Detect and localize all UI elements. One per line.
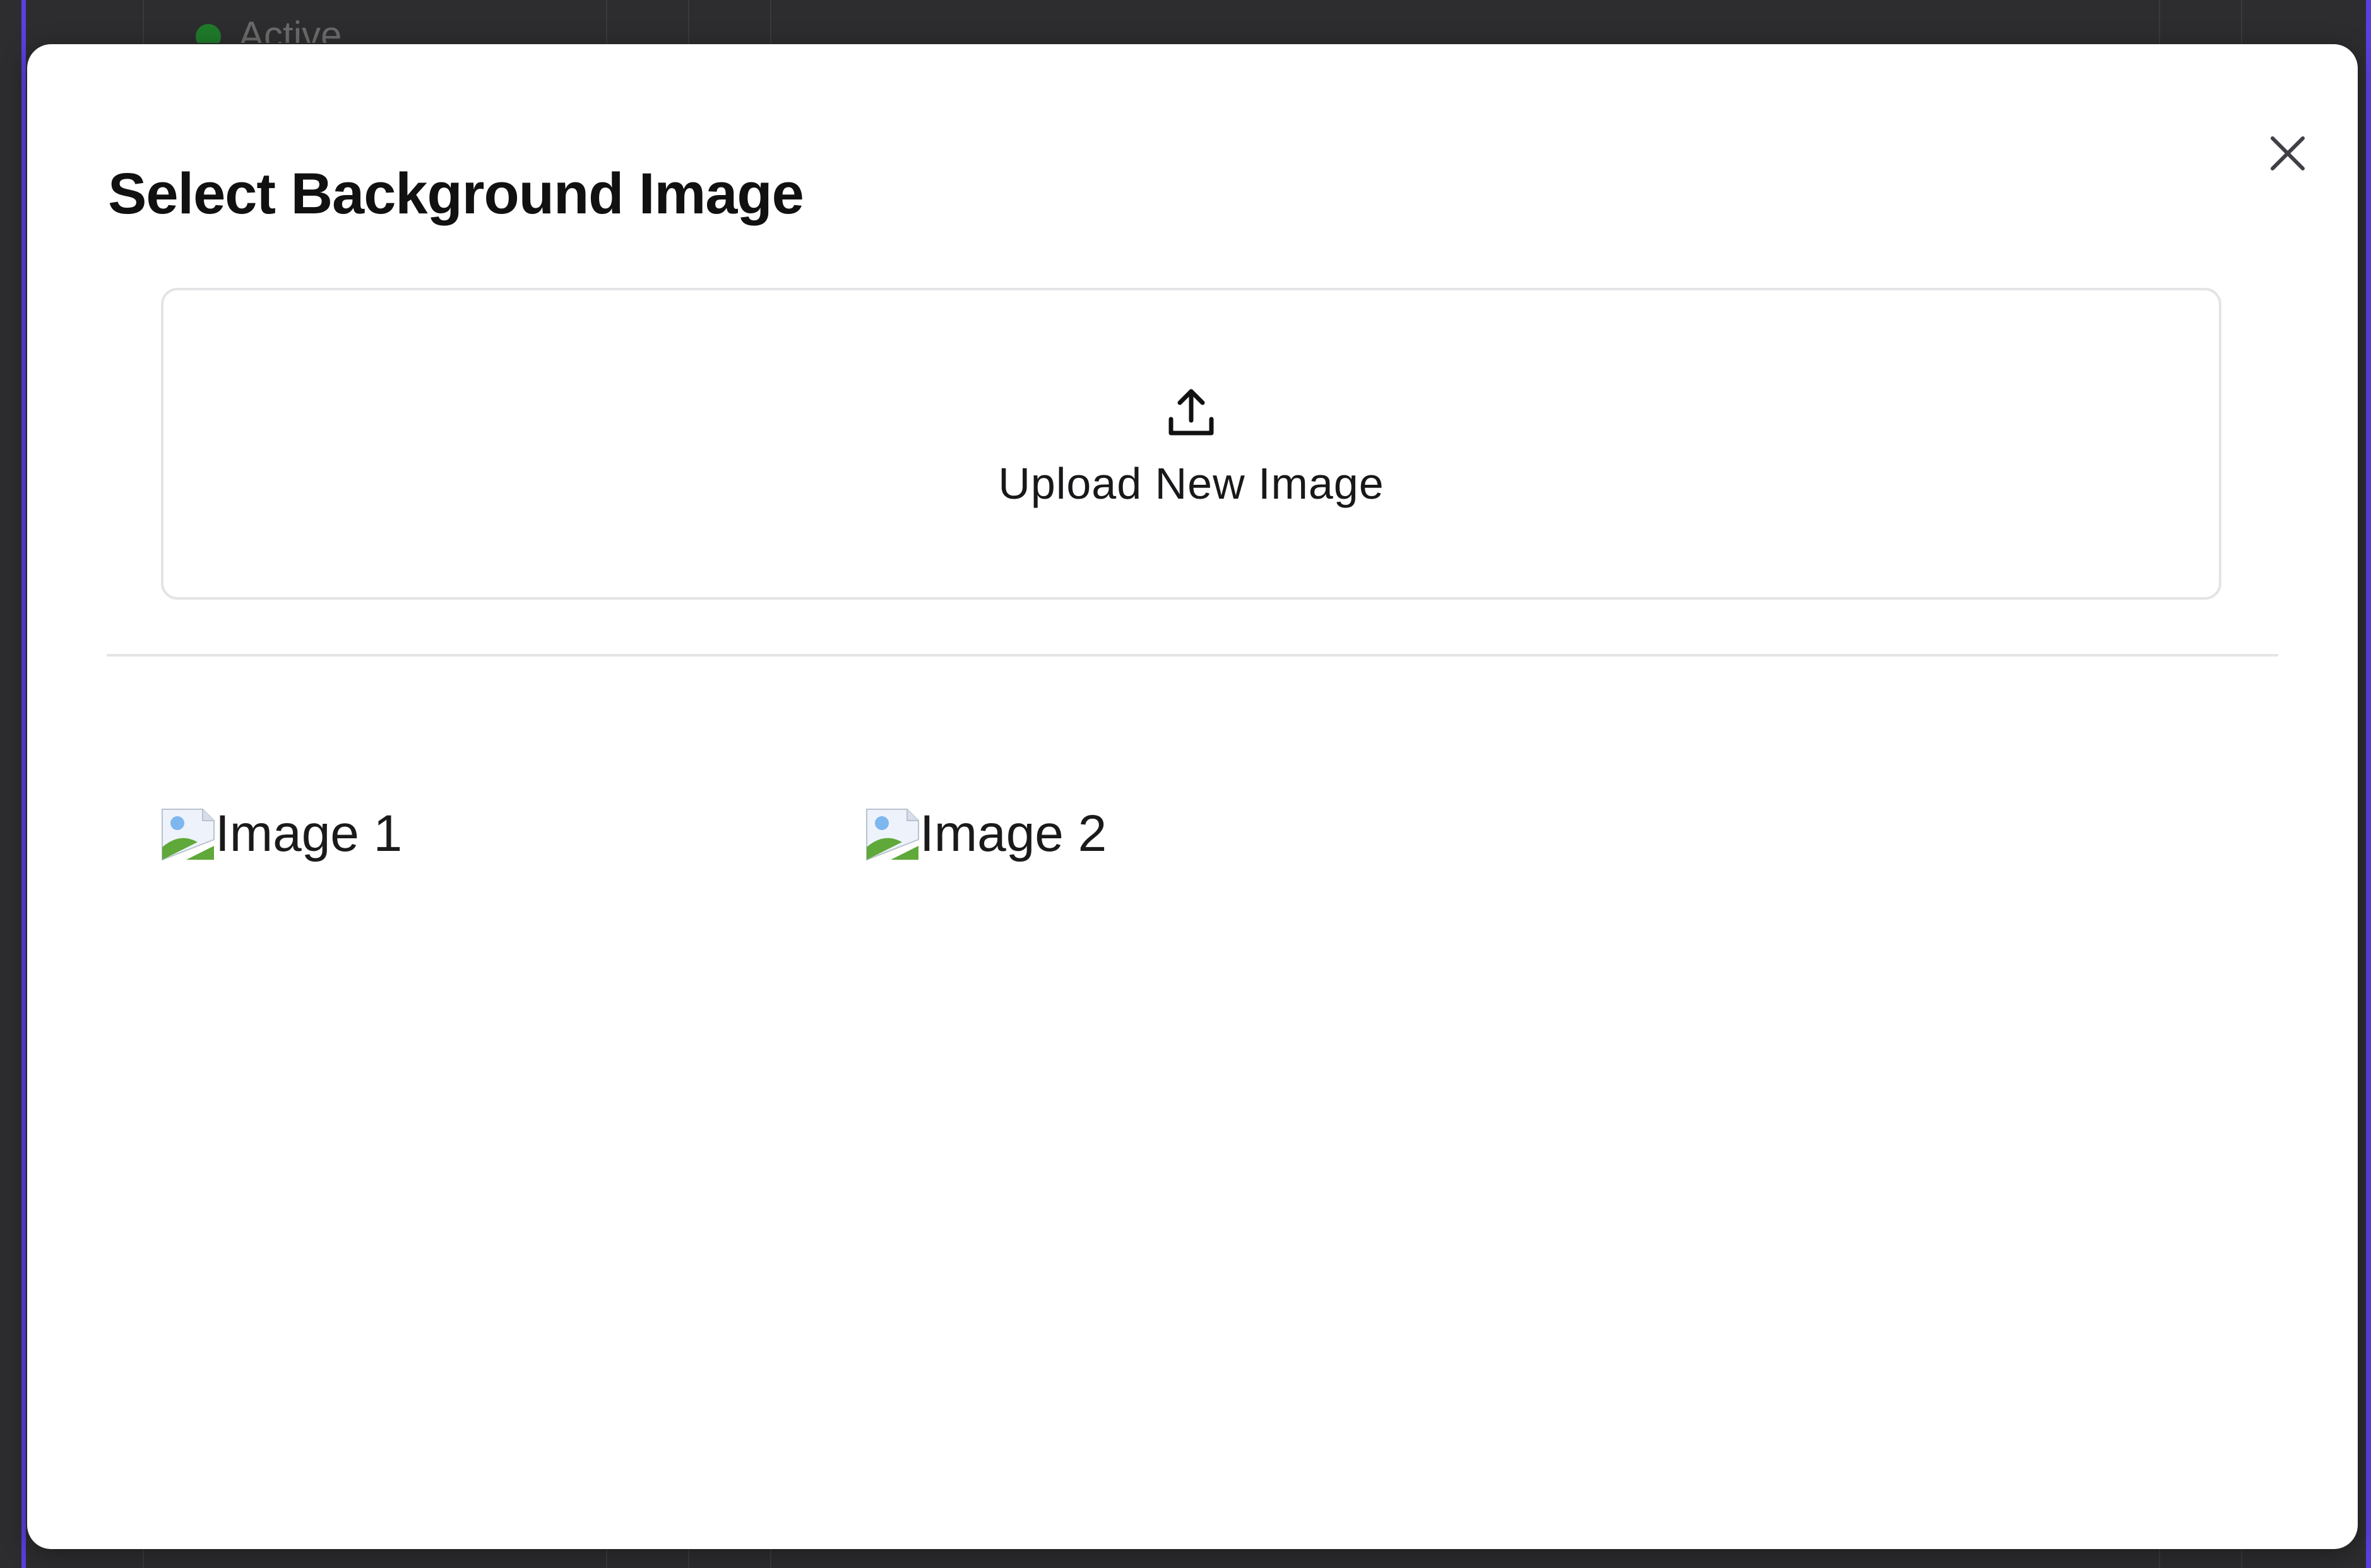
dialog-title: Select Background Image	[108, 162, 804, 226]
image-alt-text: Image 1	[215, 805, 403, 862]
close-button[interactable]	[2258, 124, 2317, 183]
image-alt-text: Image 2	[920, 805, 1107, 862]
selection-outline-right	[2366, 0, 2371, 1568]
upload-icon	[1168, 389, 1214, 436]
background-status-cell: Active	[145, 0, 342, 43]
image-grid: Image 1 Image 2	[161, 807, 2221, 861]
upload-label: Upload New Image	[998, 459, 1384, 508]
select-background-image-dialog: Select Background Image Upload New Image…	[27, 44, 2358, 1549]
image-option-2[interactable]: Image 2	[865, 807, 1570, 861]
upload-new-image-button[interactable]: Upload New Image	[161, 288, 2221, 600]
status-dot	[196, 24, 221, 43]
section-divider	[107, 654, 2278, 656]
image-option-1[interactable]: Image 1	[161, 807, 865, 861]
broken-image-icon	[866, 809, 919, 861]
selection-outline-left	[21, 0, 26, 1568]
broken-image-icon	[162, 809, 215, 861]
status-text: Active	[239, 14, 342, 44]
close-icon	[2271, 136, 2305, 170]
